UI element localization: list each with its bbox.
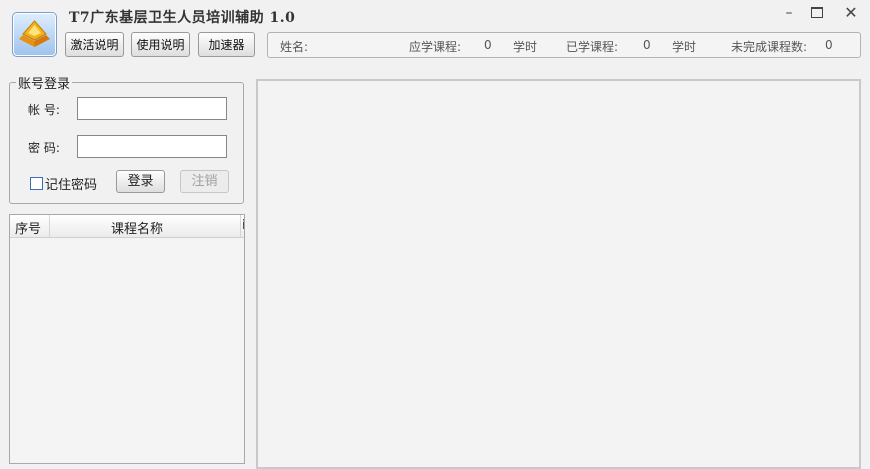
- accelerator-button[interactable]: 加速器: [198, 32, 255, 57]
- password-label: 密 码:: [28, 141, 60, 155]
- logout-button: 注销: [180, 170, 229, 193]
- column-header-index[interactable]: 序号: [15, 218, 41, 237]
- usage-help-button[interactable]: 使用说明: [131, 32, 190, 57]
- account-label: 帐 号:: [28, 103, 60, 117]
- column-divider[interactable]: [240, 215, 241, 237]
- unfinished-course-label: 未完成课程数:: [731, 40, 808, 54]
- close-icon: ✕: [844, 3, 858, 22]
- column-header-truncated[interactable]: i: [242, 218, 244, 233]
- login-button[interactable]: 登录: [116, 170, 165, 193]
- required-course-unit: 学时: [513, 40, 538, 54]
- app-logo-icon: [12, 12, 57, 57]
- app-title: T7广东基层卫生人员培训辅助 1.0: [69, 10, 296, 26]
- course-list-header: 序号 课程名称 i: [10, 215, 244, 238]
- remember-password-label[interactable]: 记住密码: [45, 174, 97, 193]
- account-field[interactable]: [77, 97, 227, 120]
- maximize-button[interactable]: [806, 3, 828, 23]
- minimize-button[interactable]: –: [778, 3, 800, 23]
- maximize-icon: [811, 6, 823, 18]
- learned-course-value: 0: [643, 38, 651, 52]
- activate-help-button[interactable]: 激活说明: [65, 32, 124, 57]
- learned-course-label: 已学课程:: [566, 40, 619, 54]
- required-course-label: 应学课程:: [409, 40, 462, 54]
- learned-course-unit: 学时: [672, 40, 697, 54]
- required-course-value: 0: [484, 38, 492, 52]
- column-header-course-name[interactable]: 课程名称: [111, 218, 163, 237]
- password-field[interactable]: [77, 135, 227, 158]
- main-content-panel: [256, 79, 861, 469]
- unfinished-course-value: 0: [825, 38, 833, 52]
- login-group-title: 账号登录: [16, 73, 73, 92]
- minimize-icon: –: [785, 5, 793, 21]
- remember-password-checkbox[interactable]: [30, 177, 43, 190]
- course-list[interactable]: 序号 课程名称 i: [9, 214, 245, 464]
- user-info-bar: 姓名: 应学课程: 0 学时 已学课程: 0 学时 未完成课程数: 0: [267, 32, 861, 58]
- column-divider[interactable]: [49, 215, 50, 237]
- name-label: 姓名:: [280, 40, 309, 54]
- close-button[interactable]: ✕: [840, 3, 862, 23]
